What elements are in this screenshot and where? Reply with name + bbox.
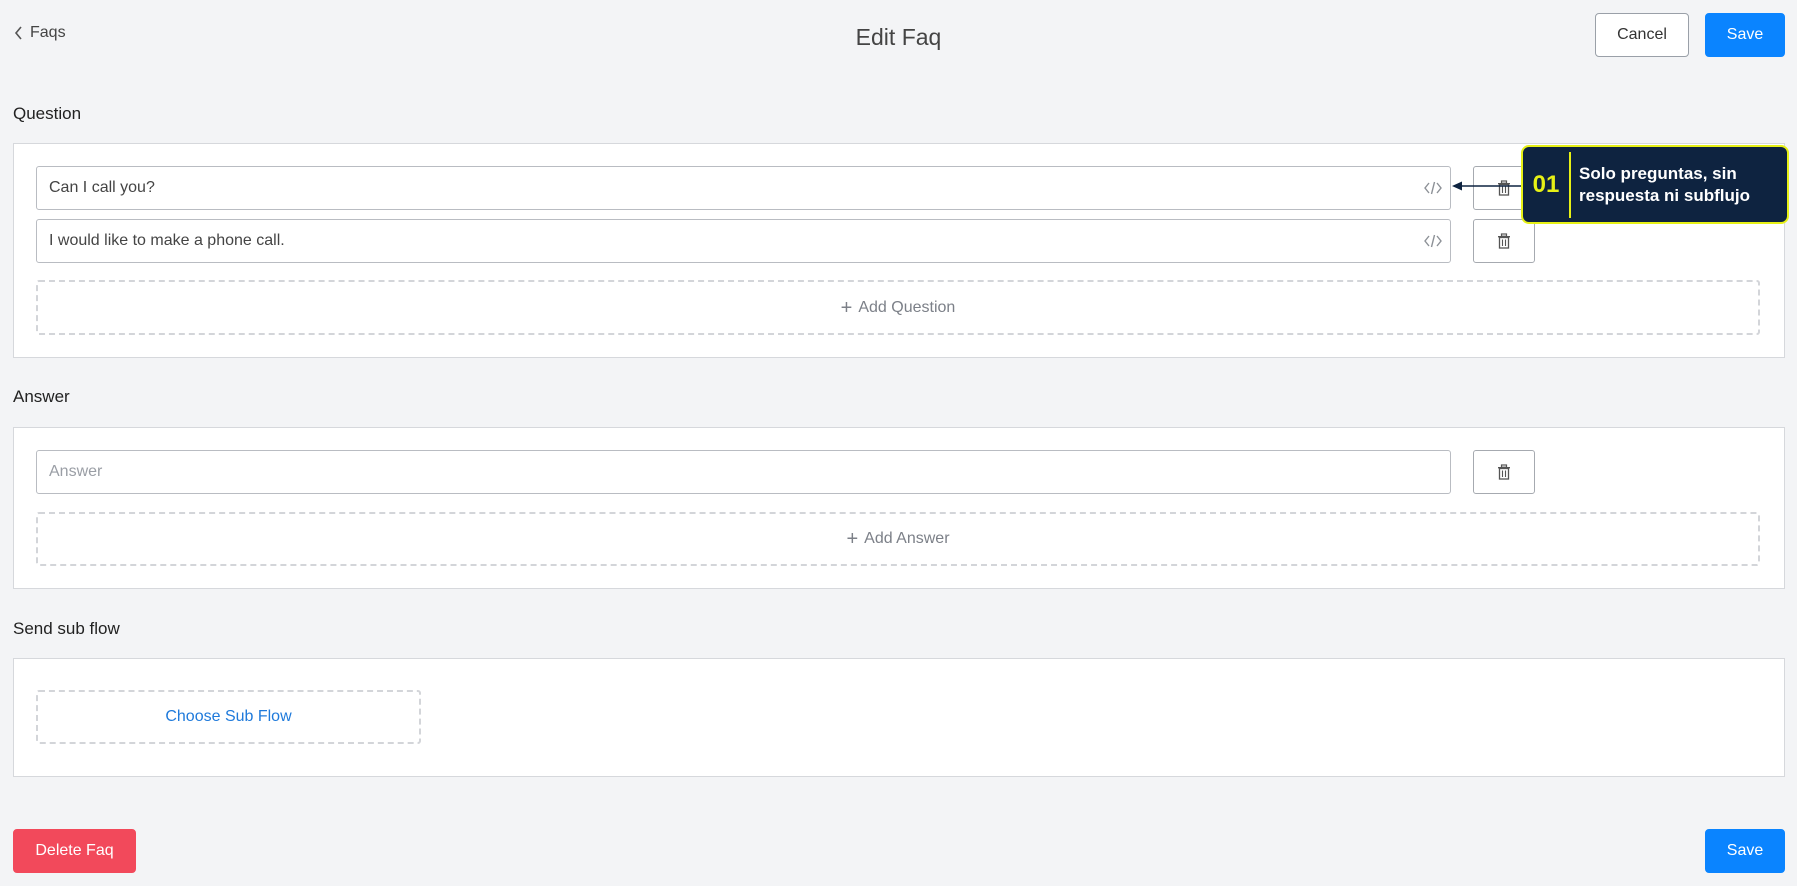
add-question-label: Add Question — [858, 298, 956, 316]
trash-icon — [1498, 233, 1510, 249]
callout-text-line-1: Solo preguntas, sin — [1579, 163, 1737, 183]
question-panel: Can I call you? I would like to make a p… — [13, 143, 1785, 358]
answer-section-title: Answer — [13, 387, 70, 406]
question-input[interactable]: Can I call you? — [36, 166, 1451, 210]
delete-faq-button[interactable]: Delete Faq — [13, 829, 136, 873]
question-input-value: Can I call you? — [49, 179, 155, 196]
delete-question-button[interactable] — [1473, 219, 1535, 263]
callout-annotation: 01 Solo preguntas, sin respuesta ni subf… — [1521, 145, 1789, 224]
question-input[interactable]: I would like to make a phone call. — [36, 219, 1451, 263]
add-question-button[interactable]: + Add Question — [36, 280, 1760, 335]
save-button-bottom[interactable]: Save — [1705, 829, 1785, 873]
cancel-button[interactable]: Cancel — [1595, 13, 1689, 57]
code-icon[interactable] — [1424, 180, 1442, 196]
plus-icon: + — [840, 296, 853, 319]
callout-text-line-2: respuesta ni subflujo — [1579, 185, 1750, 205]
question-input-value: I would like to make a phone call. — [49, 232, 285, 249]
plus-icon: + — [846, 528, 859, 550]
trash-icon — [1498, 464, 1510, 480]
answer-panel: Answer + Add Answer — [13, 427, 1785, 589]
page-title: Edit Faq — [855, 24, 942, 50]
question-section-title: Question — [13, 104, 82, 123]
delete-answer-button[interactable] — [1473, 450, 1535, 494]
answer-input[interactable]: Answer — [36, 450, 1451, 494]
add-answer-button[interactable]: + Add Answer — [36, 512, 1760, 566]
code-icon[interactable] — [1424, 233, 1442, 249]
choose-subflow-button[interactable]: Choose Sub Flow — [36, 690, 421, 744]
page-header: Faqs Edit Faq Cancel Save — [0, 0, 1797, 80]
add-answer-label: Add Answer — [864, 530, 950, 547]
subflow-section-title: Send sub flow — [13, 619, 120, 638]
callout-arrow-icon — [1452, 181, 1524, 191]
callout-text: Solo preguntas, sin respuesta ni subfluj… — [1571, 163, 1758, 207]
answer-input-placeholder: Answer — [49, 463, 103, 480]
save-button[interactable]: Save — [1705, 13, 1785, 57]
subflow-panel: Choose Sub Flow — [13, 658, 1785, 777]
callout-number: 01 — [1532, 170, 1560, 198]
